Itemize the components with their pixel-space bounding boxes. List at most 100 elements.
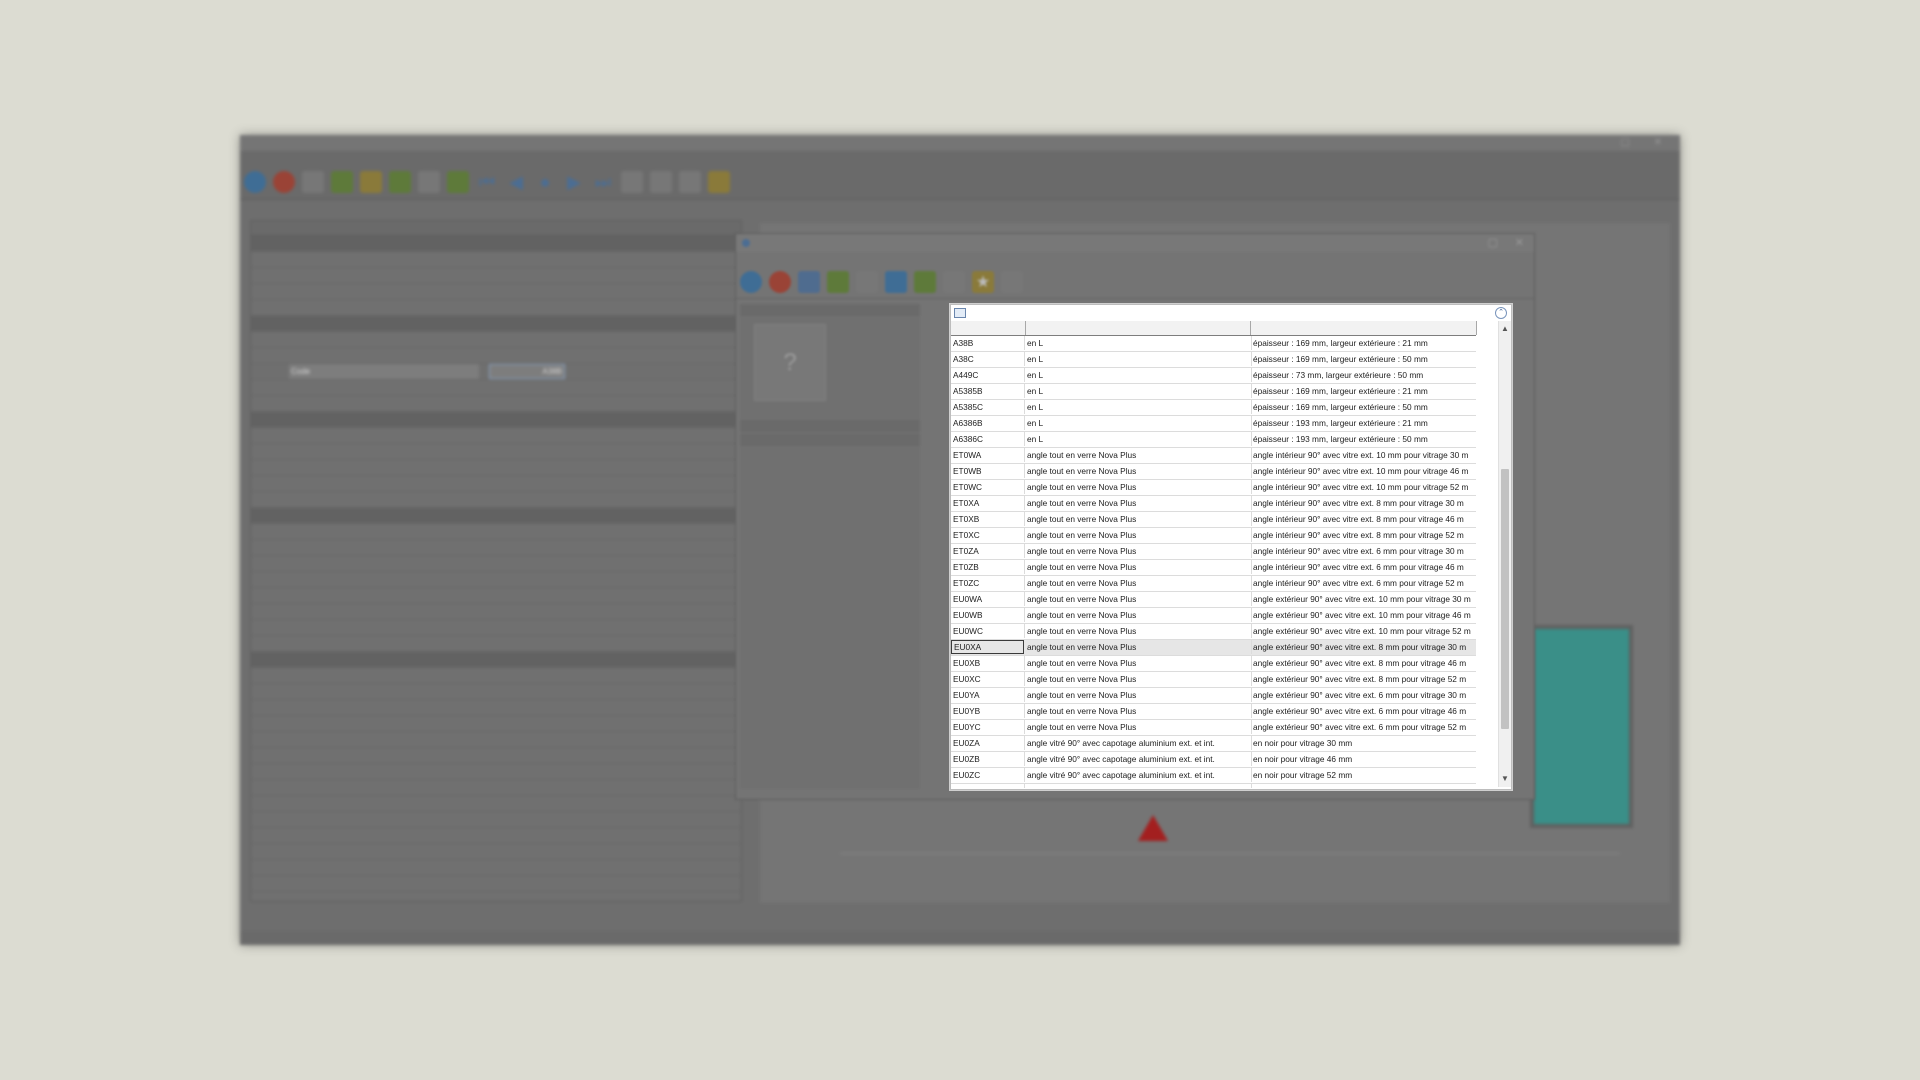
table-row[interactable]: EU0WC angle tout en verre Nova Plus angle …	[951, 624, 1476, 640]
form-view-icon[interactable]	[679, 171, 701, 193]
table-view-icon[interactable]	[650, 171, 672, 193]
column-header-type[interactable]	[1026, 321, 1251, 335]
table-row[interactable]: ET0WB angle tout en verre Nova Plus angle …	[951, 464, 1476, 480]
cell-code: EU0XA	[951, 640, 1024, 654]
table-row[interactable]: A5385B en Lépaisseur : 169 mm, largeur ex…	[951, 384, 1476, 400]
property-row	[251, 236, 741, 252]
table-row[interactable]: A38B en Lépaisseur : 169 mm, largeur exté…	[951, 336, 1476, 352]
table-row[interactable]: EU0YC angle tout en verre Nova Plus angle …	[951, 720, 1476, 736]
table-row[interactable]: EU0ZA angle vitré 90° avec capotage alumi…	[951, 736, 1476, 752]
collapse-up-icon[interactable]: ⌃	[1495, 307, 1507, 319]
scrollbar-thumb[interactable]	[1501, 469, 1509, 729]
table-row[interactable]: ET0WC angle tout en verre Nova Plus angle …	[951, 480, 1476, 496]
table-row[interactable]: EU0WA angle tout en verre Nova Plus angle …	[951, 592, 1476, 608]
scroll-up-arrow-icon[interactable]: ▲	[1499, 323, 1511, 335]
property-row	[251, 412, 741, 428]
column-header-code[interactable]	[951, 321, 1026, 335]
cell-code: EU0WB	[951, 608, 1025, 622]
export-icon[interactable]	[914, 271, 936, 293]
table-row[interactable]: A38C en Lépaisseur : 169 mm, largeur exté…	[951, 352, 1476, 368]
table-row[interactable]: EU0YB angle tout en verre Nova Plus angle …	[951, 704, 1476, 720]
tool-icon[interactable]	[302, 171, 324, 193]
grid-view-icon[interactable]	[798, 271, 820, 293]
table-row[interactable]: EU0XB angle tout en verre Nova Plus angle …	[951, 656, 1476, 672]
globe-icon[interactable]	[740, 271, 762, 293]
cell-type: angle tout en verre Nova Plus	[1025, 608, 1252, 622]
cell-type: en L	[1025, 416, 1252, 430]
cell-code: ET0ZA	[951, 544, 1025, 558]
save-icon[interactable]	[885, 271, 907, 293]
cell-type: angle tout en verre Nova Plus	[1025, 640, 1252, 654]
first-record-icon[interactable]: ⏮	[476, 171, 498, 193]
next-record-icon[interactable]: ▶	[563, 171, 585, 193]
cell-code: A5385B	[951, 384, 1025, 398]
cell-desc: angle extérieur 90° avec vitre ext. 8 mm…	[1251, 656, 1476, 670]
cell-desc: angle extérieur 90° avec vitre ext. 6 mm…	[1251, 704, 1476, 718]
property-row-code[interactable]: Code A38B	[251, 364, 741, 380]
table-row[interactable]: EU0WB angle tout en verre Nova Plus angle …	[951, 608, 1476, 624]
cell-type: en L	[1025, 336, 1252, 350]
pen-icon[interactable]	[943, 271, 965, 293]
document-icon[interactable]	[418, 171, 440, 193]
sort-option[interactable]	[740, 434, 920, 446]
table-row[interactable]: ET0XC angle tout en verre Nova Plus angle …	[951, 528, 1476, 544]
grid-view-icon[interactable]	[621, 171, 643, 193]
cell-type: angle tout en verre Nova Plus	[1025, 592, 1252, 606]
filter-icon[interactable]	[856, 271, 878, 293]
table-row[interactable]: EU0YA angle tout en verre Nova Plus angle …	[951, 688, 1476, 704]
cell-code: A38B	[951, 336, 1025, 350]
table-row[interactable]: ET0ZA angle tout en verre Nova Plus angle …	[951, 544, 1476, 560]
globe-icon[interactable]	[244, 171, 266, 193]
table-row[interactable]: ET0ZC angle tout en verre Nova Plus angle …	[951, 576, 1476, 592]
dialog-maximize-icon[interactable]: ▢	[1488, 234, 1498, 252]
code-value-field[interactable]: A38B	[489, 364, 565, 379]
property-row	[251, 396, 741, 412]
previous-record-icon[interactable]: ◀	[505, 171, 527, 193]
table-row[interactable]: ET0XB angle tout en verre Nova Plus angle …	[951, 512, 1476, 528]
cell-type: angle tout en verre Nova Plus	[1025, 688, 1252, 702]
table-row[interactable]: ET0XA angle tout en verre Nova Plus angle …	[951, 496, 1476, 512]
position-marker-icon[interactable]	[1138, 815, 1168, 841]
table-row[interactable]: A6386C en Lépaisseur : 193 mm, largeur ex…	[951, 432, 1476, 448]
table-row[interactable]: ET0ZB angle tout en verre Nova Plus angle …	[951, 560, 1476, 576]
leaf-icon[interactable]	[331, 171, 353, 193]
table-row[interactable]: A6386B en Lépaisseur : 193 mm, largeur ex…	[951, 416, 1476, 432]
pencil-icon[interactable]	[360, 171, 382, 193]
table-row[interactable]: EU0ZC angle vitré 90° avec capotage alumi…	[951, 768, 1476, 784]
background-toolbar: ⏮ ◀ ● ▶ ⏭	[240, 165, 1680, 200]
image-icon[interactable]	[827, 271, 849, 293]
cell-desc: angle intérieur 90° avec vitre ext. 10 m…	[1251, 448, 1476, 462]
shape-icon[interactable]	[389, 171, 411, 193]
table-row-selected[interactable]: EU0XA angle tout en verre Nova Plus angle …	[951, 640, 1476, 656]
property-row	[251, 732, 741, 748]
cell-desc: angle intérieur 90° avec vitre ext. 10 m…	[1251, 464, 1476, 478]
maximize-icon[interactable]: ▢	[1621, 135, 1630, 151]
cell-type: angle tout en verre Nova Plus	[1025, 624, 1252, 638]
wand-icon[interactable]	[708, 171, 730, 193]
stop-icon[interactable]	[769, 271, 791, 293]
table-row[interactable]: ET0WA angle tout en verre Nova Plus angle …	[951, 448, 1476, 464]
property-row	[251, 588, 741, 604]
cell-type: angle tout en verre Nova Plus	[1025, 464, 1252, 478]
cell-type: angle tout en verre Nova Plus	[1025, 720, 1252, 734]
cell-code: ET0WC	[951, 480, 1025, 494]
star-icon[interactable]: ★	[972, 271, 994, 293]
dialog-close-icon[interactable]: ✕	[1515, 234, 1524, 252]
people-icon[interactable]	[447, 171, 469, 193]
table-row[interactable]: EV0ZAangle vitré 90°-150° avec capotage …	[951, 784, 1476, 788]
table-row[interactable]: EU0ZB angle vitré 90° avec capotage alumi…	[951, 752, 1476, 768]
table-row[interactable]: A5385C en Lépaisseur : 169 mm, largeur ex…	[951, 400, 1476, 416]
table-row[interactable]: EU0XC angle tout en verre Nova Plus angle …	[951, 672, 1476, 688]
record-icon[interactable]: ●	[534, 171, 556, 193]
last-record-icon[interactable]: ⏭	[592, 171, 614, 193]
lookup-scrollbar[interactable]: ▲ ▼	[1498, 321, 1511, 787]
scroll-down-arrow-icon[interactable]: ▼	[1499, 773, 1511, 785]
cell-code: EU0YA	[951, 688, 1025, 702]
page-icon[interactable]	[1001, 271, 1023, 293]
close-icon[interactable]: ✕	[1654, 135, 1662, 151]
stop-icon[interactable]	[273, 171, 295, 193]
column-header-description[interactable]	[1251, 321, 1477, 335]
table-row[interactable]: A449C en Lépaisseur : 73 mm, largeur exté…	[951, 368, 1476, 384]
search-option[interactable]	[740, 420, 920, 432]
cell-desc: angle extérieur 90° avec vitre ext. 6 mm…	[1251, 720, 1476, 734]
